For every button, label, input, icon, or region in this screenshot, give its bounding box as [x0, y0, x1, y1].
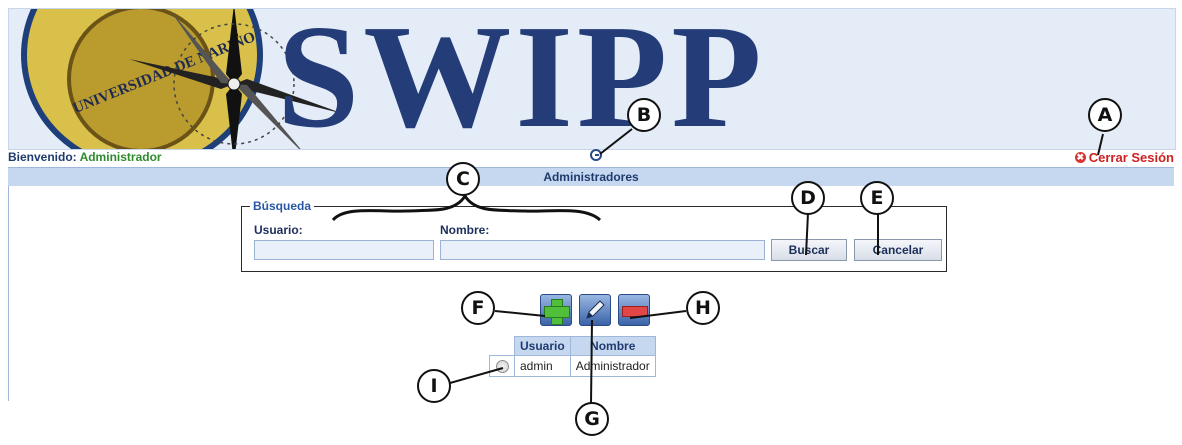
- callout-c: C: [446, 162, 480, 196]
- callout-h: H: [686, 291, 720, 325]
- annotation-overlay: [331, 128, 1104, 405]
- callout-g: G: [575, 402, 609, 436]
- callout-f: F: [461, 291, 495, 325]
- callout-e: E: [860, 181, 894, 215]
- callout-b: B: [627, 98, 661, 132]
- callout-d: D: [791, 181, 825, 215]
- callout-i: I: [417, 369, 451, 403]
- callout-a: A: [1088, 98, 1122, 132]
